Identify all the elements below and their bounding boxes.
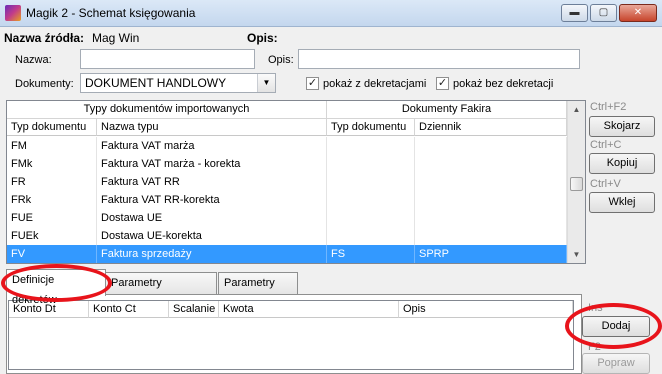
popraw-button[interactable]: Popraw bbox=[582, 353, 650, 374]
table-row[interactable]: FV Faktura sprzedaży FS SPRP bbox=[7, 245, 567, 263]
table-row[interactable]: FUEk Dostawa UE-korekta bbox=[7, 227, 567, 245]
table-row[interactable]: FR Faktura VAT RR bbox=[7, 173, 567, 191]
group-header-imported: Typy dokumentów importowanych bbox=[7, 101, 327, 119]
maximize-button[interactable]: ▢ bbox=[590, 4, 617, 22]
window-title: Magik 2 - Schemat księgowania bbox=[26, 6, 196, 20]
table-cell bbox=[327, 155, 415, 173]
minimize-button[interactable]: ▬ bbox=[561, 4, 588, 22]
table-row[interactable]: FMk Faktura VAT marża - korekta bbox=[7, 155, 567, 173]
table-cell: FS bbox=[327, 245, 415, 263]
table-cell: FRk bbox=[7, 191, 97, 209]
column-header[interactable]: Typ dokumentu bbox=[7, 119, 97, 136]
table-cell: FUEk bbox=[7, 227, 97, 245]
shortcut-hint: Ctrl+C bbox=[590, 139, 622, 151]
table-cell bbox=[415, 137, 567, 155]
vertical-scrollbar[interactable]: ▲ ▼ bbox=[567, 101, 585, 263]
table-row[interactable]: FRk Faktura VAT RR-korekta bbox=[7, 191, 567, 209]
column-header[interactable]: Typ dokumentu bbox=[327, 119, 415, 136]
scrollbar-thumb[interactable] bbox=[570, 177, 583, 191]
documents-select[interactable]: DOKUMENT HANDLOWY ▼ bbox=[80, 73, 276, 93]
table-cell: Faktura sprzedaży bbox=[97, 245, 327, 263]
table-cell: FMk bbox=[7, 155, 97, 173]
table-cell bbox=[327, 209, 415, 227]
source-label: Nazwa źródła: bbox=[4, 31, 85, 45]
table-row[interactable]: FM Faktura VAT marża bbox=[7, 137, 567, 155]
kopiuj-button[interactable]: Kopiuj bbox=[589, 153, 655, 174]
tab-parametry-vat[interactable]: Parametry VAT bbox=[218, 272, 298, 309]
app-icon bbox=[5, 5, 21, 21]
wklej-button[interactable]: Wklej bbox=[589, 192, 655, 213]
column-header[interactable]: Scalanie bbox=[169, 301, 219, 318]
column-header[interactable]: Dziennik bbox=[415, 119, 567, 136]
table-cell: Faktura VAT marża bbox=[97, 137, 327, 155]
table-cell: Faktura VAT RR-korekta bbox=[97, 191, 327, 209]
column-header[interactable]: Kwota bbox=[219, 301, 399, 318]
name-label: Nazwa: bbox=[15, 54, 52, 66]
source-value: Mag Win bbox=[92, 31, 140, 45]
table-cell bbox=[415, 173, 567, 191]
column-header[interactable]: Nazwa typu bbox=[97, 119, 327, 136]
shortcut-hint: Ctrl+V bbox=[590, 178, 621, 190]
decrees-grid[interactable]: Konto Dt Konto Ct Scalanie Kwota Opis bbox=[8, 300, 574, 370]
documents-select-value: DOKUMENT HANDLOWY bbox=[85, 76, 227, 90]
shortcut-hint: Ins bbox=[588, 302, 603, 314]
table-cell bbox=[327, 137, 415, 155]
shortcut-hint: Ctrl+F2 bbox=[590, 101, 627, 113]
tab-definicje-dekretow[interactable]: Definicje dekretów bbox=[6, 269, 106, 306]
table-cell: Faktura VAT marża - korekta bbox=[97, 155, 327, 173]
table-cell: FM bbox=[7, 137, 97, 155]
opis-input[interactable] bbox=[298, 49, 580, 69]
documents-label: Dokumenty: bbox=[15, 78, 74, 90]
show-without-decrees-label: pokaż bez dekretacji bbox=[453, 78, 554, 90]
table-cell: Dostawa UE-korekta bbox=[97, 227, 327, 245]
document-types-grid[interactable]: Typy dokumentów importowanych Dokumenty … bbox=[6, 100, 586, 264]
show-without-decrees-checkbox[interactable]: ✓ bbox=[436, 77, 449, 90]
table-cell: Dostawa UE bbox=[97, 209, 327, 227]
tab-parametry-dokumentu[interactable]: Parametry dokumentu bbox=[105, 272, 217, 309]
table-cell bbox=[415, 227, 567, 245]
column-header[interactable]: Opis bbox=[399, 301, 573, 318]
shortcut-hint: F2 bbox=[588, 341, 601, 353]
table-cell bbox=[415, 191, 567, 209]
scroll-up-icon[interactable]: ▲ bbox=[568, 101, 585, 118]
table-cell: FUE bbox=[7, 209, 97, 227]
scroll-down-icon[interactable]: ▼ bbox=[568, 246, 585, 263]
show-with-decrees-label: pokaż z dekretacjami bbox=[323, 78, 427, 90]
table-cell bbox=[327, 191, 415, 209]
show-with-decrees-checkbox[interactable]: ✓ bbox=[306, 77, 319, 90]
skojarz-button[interactable]: Skojarz bbox=[589, 116, 655, 137]
opis-label: Opis: bbox=[268, 54, 294, 66]
group-header-fakir: Dokumenty Fakira bbox=[327, 101, 567, 119]
table-cell bbox=[327, 227, 415, 245]
description-label: Opis: bbox=[247, 31, 278, 45]
table-cell bbox=[415, 155, 567, 173]
table-cell: Faktura VAT RR bbox=[97, 173, 327, 191]
column-header[interactable]: Konto Ct bbox=[89, 301, 169, 318]
table-cell bbox=[327, 173, 415, 191]
table-cell: SPRP bbox=[415, 245, 567, 263]
table-cell: FV bbox=[7, 245, 97, 263]
dodaj-button[interactable]: Dodaj bbox=[582, 316, 650, 337]
title-bar: Magik 2 - Schemat księgowania ▬ ▢ ✕ bbox=[0, 0, 662, 27]
table-cell bbox=[415, 209, 567, 227]
close-button[interactable]: ✕ bbox=[619, 4, 657, 22]
name-input[interactable] bbox=[80, 49, 255, 69]
chevron-down-icon[interactable]: ▼ bbox=[257, 74, 275, 92]
table-row[interactable]: FUE Dostawa UE bbox=[7, 209, 567, 227]
table-cell: FR bbox=[7, 173, 97, 191]
